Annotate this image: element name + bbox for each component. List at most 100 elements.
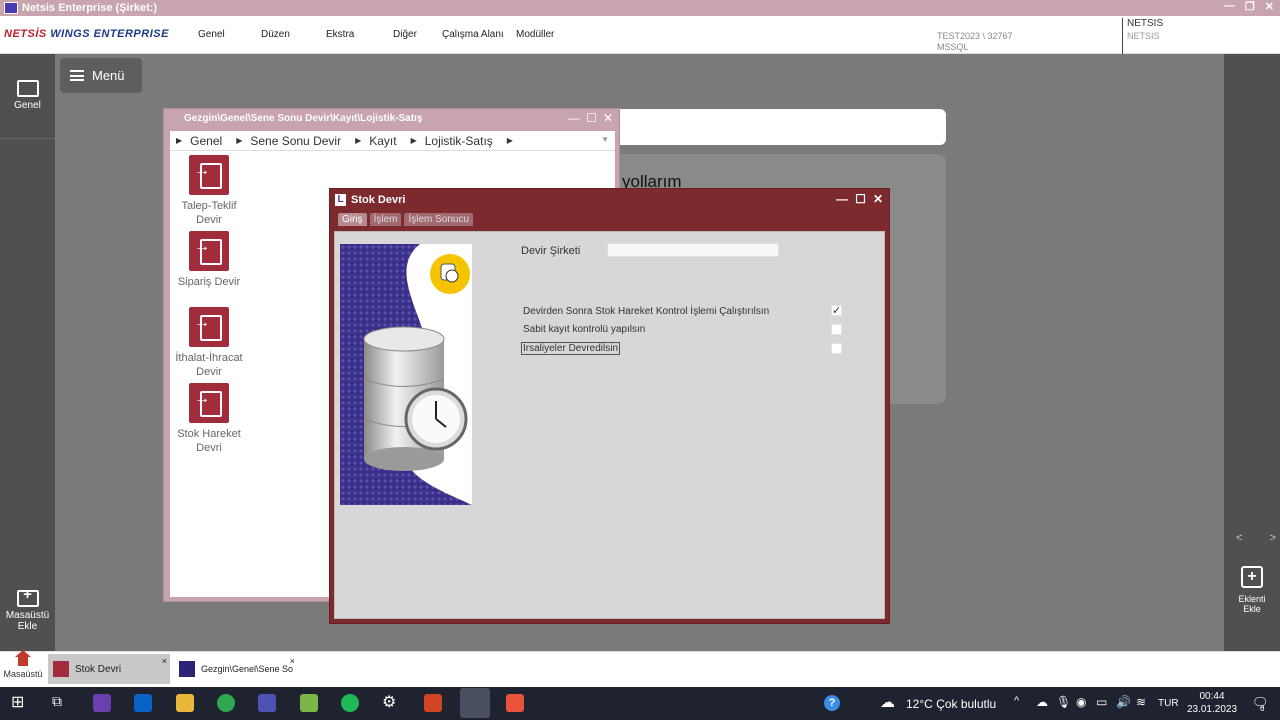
weather-cloud-icon: ☁	[880, 694, 895, 711]
menu-diger[interactable]: Diğer	[393, 29, 442, 40]
maximize-icon[interactable]: ☐	[586, 111, 597, 125]
menu-ekstra[interactable]: Ekstra	[326, 29, 393, 40]
menu-bar: NETSİS WINGS ENTERPRISE Genel Düzen Ekst…	[0, 16, 1280, 54]
prev-arrow-icon[interactable]: <	[1236, 532, 1242, 544]
list-item-ithalat-ihracat-devir[interactable]: İthalat-İhracat Devir	[169, 307, 249, 379]
option-stok-hareket-kontrol-label: Devirden Sonra Stok Hareket Kontrol İşle…	[523, 306, 770, 317]
menu-moduller[interactable]: Modüller	[516, 29, 554, 40]
breadcrumb-kayit[interactable]: Kayıt	[369, 134, 396, 148]
dialog-body: Devir Şirketi Devirden Sonra Stok Hareke…	[334, 231, 885, 619]
task-view-icon[interactable]: ⧉	[52, 693, 70, 711]
option-sabit-kayit-checkbox[interactable]	[831, 324, 842, 335]
onedrive-icon[interactable]: ☁	[1036, 695, 1048, 709]
battery-icon[interactable]: ▭	[1096, 695, 1107, 709]
app-icon[interactable]	[300, 694, 318, 712]
app-logo-icon	[4, 2, 18, 14]
weather-text[interactable]: 12°C Çok bulutlu	[906, 697, 996, 711]
window-tab-strip: Masaüstü Stok Devri × Gezgin\Genel\Sene …	[0, 650, 1280, 687]
close-icon[interactable]: ✕	[1265, 0, 1274, 13]
right-sidebar: < > + Eklenti Ekle	[1224, 54, 1280, 651]
tab-islem[interactable]: İşlem	[369, 213, 402, 226]
menu-duzen[interactable]: Düzen	[261, 29, 326, 40]
wifi-icon[interactable]: ≋	[1136, 695, 1146, 709]
menu-calisma-alani[interactable]: Çalışma Alanı	[442, 29, 516, 40]
minimize-icon[interactable]: —	[836, 192, 848, 206]
windows-start-icon[interactable]: ⊞	[11, 692, 29, 711]
settings-gear-icon[interactable]: ⚙	[382, 692, 400, 711]
chevron-right-icon: ▶	[506, 136, 513, 145]
app-titlebar: Netsis Enterprise (Şirket:) — ❐ ✕	[0, 0, 1280, 16]
next-arrow-icon[interactable]: >	[1270, 532, 1276, 544]
powerpoint-icon[interactable]	[424, 694, 442, 712]
option-sabit-kayit-label: Sabit kayıt kontrolü yapılsın	[523, 324, 646, 335]
server-info: TEST2023 \ 32767 MSSQL	[937, 31, 1013, 52]
tab-giris[interactable]: Giriş	[338, 213, 367, 226]
language-indicator[interactable]: TUR	[1158, 698, 1179, 709]
app-icon[interactable]	[506, 694, 524, 712]
breadcrumb-sene-sonu-devir[interactable]: Sene Sonu Devir	[250, 134, 341, 148]
microphone-icon[interactable]: 🎙	[1056, 695, 1071, 709]
minimize-icon[interactable]: —	[568, 111, 580, 125]
devir-sirketi-input[interactable]	[607, 243, 779, 257]
desktop-home-button[interactable]: Masaüstü	[0, 650, 46, 679]
list-item-stok-hareket-devri[interactable]: Stok Hareket Devri	[169, 383, 249, 455]
notification-count: 6	[1260, 704, 1265, 713]
hamburger-icon	[70, 70, 84, 81]
file-explorer-icon[interactable]	[176, 694, 194, 712]
chevron-right-icon: ▶	[410, 136, 417, 145]
option-stok-hareket-kontrol-checkbox[interactable]: ✓	[831, 305, 842, 317]
dialog-tabs: Giriş İşlem İşlem Sonucu	[338, 213, 474, 226]
add-desktop-button[interactable]: Masaüstü Ekle	[0, 589, 55, 632]
menu-button[interactable]: Menü	[60, 58, 142, 93]
list-item-siparis-devir[interactable]: Sipariş Devir	[169, 231, 249, 289]
main-menu: Genel Düzen Ekstra Diğer Çalışma Alanı M…	[198, 29, 554, 40]
chevron-down-icon[interactable]: ▼	[601, 135, 609, 144]
maximize-icon[interactable]: ❐	[1245, 0, 1255, 13]
transfer-icon	[189, 383, 229, 423]
volume-icon[interactable]: 🔊	[1116, 695, 1131, 709]
close-icon[interactable]: ×	[162, 656, 167, 666]
transfer-icon	[189, 307, 229, 347]
database-clock-illustration	[340, 244, 472, 505]
stok-devri-dialog: L Stok Devri — ☐ ✕ Giriş İşlem İşlem Son…	[329, 188, 890, 624]
option-irsaliyeler-label: İrsaliyeler Devredilsin	[521, 342, 621, 355]
gezgin-title: Gezgin\Genel\Sene Sonu Devir\Kayıt\Lojis…	[184, 113, 423, 124]
windows-taskbar: ⊞ ⧉ ⚙ ? ☁ 12°C Çok bulutlu ^ ☁ 🎙 ◉ ▭ 🔊 ≋…	[0, 687, 1280, 720]
breadcrumb-genel[interactable]: Genel	[190, 134, 222, 148]
edge-icon[interactable]: ◉	[1076, 695, 1086, 709]
close-icon[interactable]: ×	[290, 656, 295, 666]
left-sidebar: Genel Masaüstü Ekle	[0, 54, 55, 651]
netsis-taskbar-icon[interactable]	[460, 688, 490, 718]
list-item-talep-teklif-devir[interactable]: Talep-Teklif Devir	[169, 155, 249, 227]
maximize-icon[interactable]: ☐	[855, 192, 866, 206]
teams-icon[interactable]	[258, 694, 276, 712]
clock[interactable]: 00:44 23.01.2023	[1182, 690, 1242, 716]
stok-devri-titlebar: L Stok Devri — ☐ ✕	[330, 189, 889, 211]
menu-genel[interactable]: Genel	[198, 29, 261, 40]
dialog-title: Stok Devri	[351, 194, 406, 206]
spotify-icon[interactable]	[341, 694, 359, 712]
chevron-up-icon[interactable]: ^	[1014, 695, 1019, 707]
tab-stok-devri[interactable]: Stok Devri ×	[48, 654, 170, 684]
close-icon[interactable]: ✕	[873, 192, 883, 206]
user-info: NETSIS NETSIS	[1122, 18, 1163, 54]
add-plugin-button[interactable]: +	[1241, 566, 1263, 588]
tab-gezgin[interactable]: Gezgin\Genel\Sene So ×	[174, 654, 298, 684]
chevron-right-icon: ▶	[236, 136, 243, 145]
chrome-icon[interactable]	[217, 694, 235, 712]
app-logo-icon: L	[335, 194, 346, 206]
minimize-icon[interactable]: —	[1224, 0, 1235, 13]
chevron-right-icon: ▶	[176, 136, 183, 145]
devir-sirketi-label: Devir Şirketi	[521, 245, 581, 257]
help-icon[interactable]: ?	[824, 695, 840, 711]
option-irsaliyeler-checkbox[interactable]	[831, 343, 842, 354]
chevron-right-icon: ▶	[355, 136, 362, 145]
tab-islem-sonucu[interactable]: İşlem Sonucu	[404, 213, 474, 226]
close-icon[interactable]: ✕	[603, 111, 613, 125]
sidebar-item-genel[interactable]: Genel	[0, 80, 55, 111]
stok-devri-icon	[53, 661, 69, 677]
visual-studio-icon[interactable]	[93, 694, 111, 712]
transfer-icon	[189, 155, 229, 195]
outlook-icon[interactable]	[134, 694, 152, 712]
breadcrumb-lojistik-satis[interactable]: Lojistik-Satış	[425, 134, 493, 148]
